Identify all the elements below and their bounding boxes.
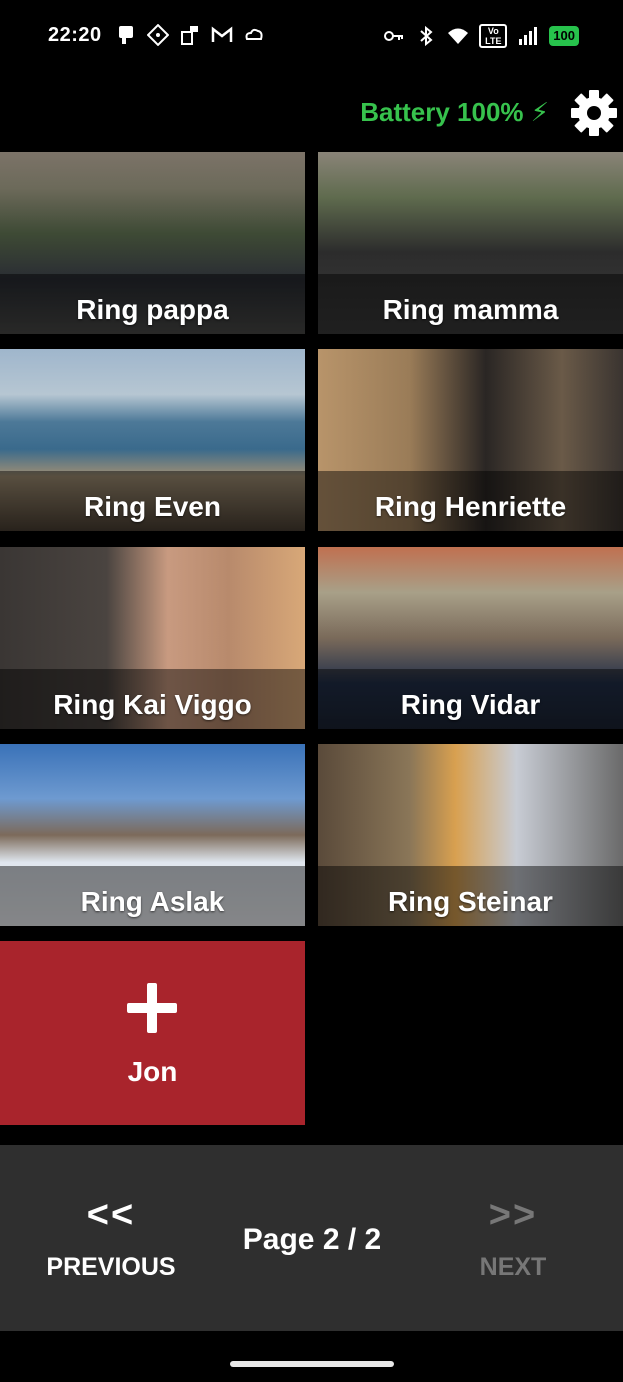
previous-label: PREVIOUS	[46, 1253, 176, 1281]
contact-label: Ring Henriette	[374, 491, 567, 522]
contact-tile-kai-viggo[interactable]: Ring Kai Viggo	[0, 547, 305, 729]
contact-label: Ring Kai Viggo	[53, 689, 252, 720]
bluetooth-icon	[420, 25, 433, 47]
next-button[interactable]: >> NEXT	[428, 1195, 598, 1282]
contact-label: Ring Even	[84, 491, 221, 522]
previous-button[interactable]: << PREVIOUS	[26, 1195, 196, 1282]
contact-label: Ring Steinar	[388, 886, 553, 917]
page-indicator: Page 2 / 2	[242, 1223, 382, 1256]
notification-icons	[115, 24, 265, 46]
device-icon	[119, 26, 133, 44]
battery-status: Battery 100% ⚡	[360, 97, 549, 127]
contact-tile-vidar[interactable]: Ring Vidar	[318, 547, 623, 729]
app-header: Battery 100% ⚡	[0, 82, 623, 144]
contact-label: Ring Vidar	[400, 689, 541, 720]
contact-label: Ring pappa	[76, 294, 229, 325]
status-bar: 22:20 Vo LTE 100	[0, 0, 623, 72]
status-time: 22:20	[48, 24, 102, 46]
dice-icon	[147, 24, 169, 46]
next-arrows-icon: >>	[488, 1194, 538, 1236]
contact-tile-mamma[interactable]: Ring mamma	[318, 152, 623, 334]
sim-icon	[181, 26, 198, 45]
contact-tile-steinar[interactable]: Ring Steinar	[318, 744, 623, 926]
key-icon	[384, 31, 404, 41]
contact-tile-even[interactable]: Ring Even	[0, 349, 305, 531]
add-contact-tile[interactable]: Jon	[0, 941, 305, 1125]
pagination-bar: << PREVIOUS Page 2 / 2 >> NEXT	[0, 1145, 623, 1331]
previous-arrows-icon: <<	[86, 1194, 136, 1236]
wifi-icon	[448, 28, 469, 44]
plus-icon	[127, 983, 177, 1033]
battery-icon: 100	[549, 26, 579, 46]
next-label: NEXT	[479, 1253, 547, 1281]
home-gesture-bar[interactable]	[230, 1361, 394, 1367]
contact-tile-henriette[interactable]: Ring Henriette	[318, 349, 623, 531]
gmail-icon	[211, 26, 233, 42]
contact-tile-aslak[interactable]: Ring Aslak	[0, 744, 305, 926]
volte-icon: Vo LTE	[479, 24, 508, 48]
settings-gear-icon[interactable]	[569, 88, 619, 138]
system-icons: Vo LTE 100	[383, 24, 579, 48]
contact-label: Ring Aslak	[80, 886, 225, 917]
contact-label: Ring mamma	[382, 294, 559, 325]
cloud-icon	[245, 28, 263, 40]
signal-icon	[519, 27, 538, 45]
add-contact-label: Jon	[127, 1056, 178, 1087]
contact-tile-pappa[interactable]: Ring pappa	[0, 152, 305, 334]
